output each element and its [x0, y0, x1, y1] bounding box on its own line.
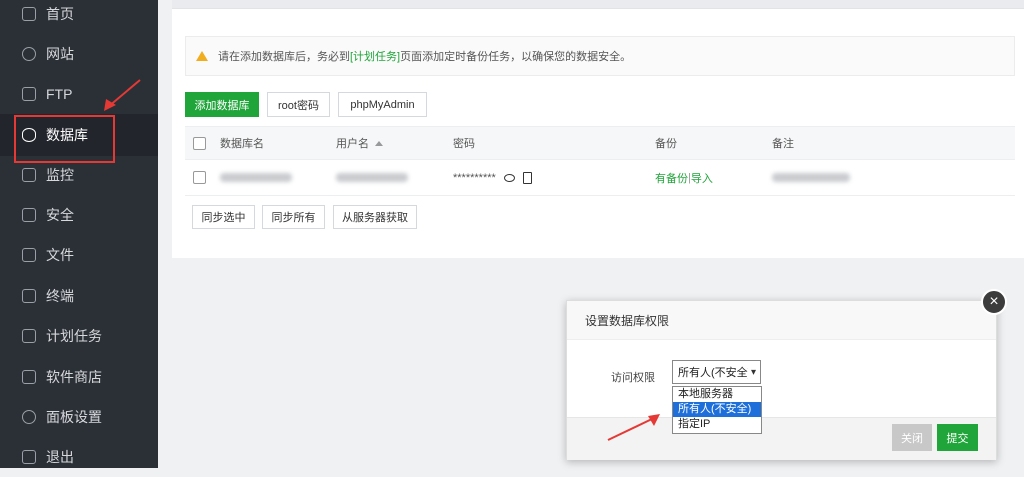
sidebar-item-label: 首页: [46, 6, 74, 22]
fetch-from-server-button[interactable]: 从服务器获取: [333, 205, 417, 229]
close-button[interactable]: 关闭: [892, 424, 932, 451]
sidebar-item-security[interactable]: 安全: [0, 195, 158, 235]
notice-banner: 请在添加数据库后，务必到 [计划任务] 页面添加定时备份任务，以确保您的数据安全。: [185, 36, 1015, 76]
notice-text-pre: 请在添加数据库后，务必到: [218, 51, 350, 63]
copy-icon[interactable]: [522, 171, 532, 184]
col-username[interactable]: 用户名: [336, 127, 383, 159]
sidebar-item-home[interactable]: 首页: [0, 0, 158, 34]
password-masked: **********: [453, 171, 496, 184]
sidebar-item-label: 数据库: [46, 127, 88, 143]
row-checkbox[interactable]: [193, 171, 206, 184]
sidebar: 首页 网站 FTP 数据库 监控 安全 文件 终端 计划任务 软件商店 面板设置…: [0, 0, 158, 468]
sidebar-item-logout[interactable]: 退出: [0, 437, 158, 477]
apps-icon: [22, 370, 36, 384]
sidebar-item-label: 计划任务: [46, 328, 102, 344]
calendar-icon: [22, 329, 36, 343]
option-local-server[interactable]: 本地服务器: [673, 387, 761, 402]
monitor-icon: [22, 168, 36, 182]
sidebar-item-label: 软件商店: [46, 369, 102, 385]
sort-up-icon: [375, 140, 383, 146]
select-all-checkbox[interactable]: [193, 136, 206, 150]
dialog-title: 设置数据库权限: [585, 313, 670, 328]
add-database-button[interactable]: 添加数据库: [185, 92, 259, 117]
sidebar-item-store[interactable]: 软件商店: [0, 357, 158, 397]
db-name-redacted: [220, 173, 292, 182]
sidebar-item-website[interactable]: 网站: [0, 34, 158, 74]
access-select[interactable]: 所有人(不安全) ▾: [672, 360, 761, 384]
username-redacted: [336, 173, 408, 182]
root-password-button[interactable]: root密码: [267, 92, 330, 117]
access-select-value: 所有人(不安全): [678, 367, 748, 379]
warning-icon: [196, 51, 208, 61]
sidebar-item-label: 网站: [46, 46, 74, 62]
db-permission-dialog: 设置数据库权限 访问权限 关闭 提交: [566, 300, 997, 460]
access-dropdown-list: 本地服务器 所有人(不安全) 指定IP: [672, 386, 762, 434]
col-password: 密码: [453, 138, 475, 150]
sidebar-item-label: 面板设置: [46, 409, 102, 425]
backup-link[interactable]: 有备份: [655, 170, 688, 186]
terminal-icon: [22, 289, 36, 303]
submit-button[interactable]: 提交: [937, 424, 978, 451]
notice-link-cron[interactable]: [计划任务]: [350, 48, 400, 64]
dialog-title-bar: 设置数据库权限: [567, 301, 996, 340]
gear-icon: [22, 410, 36, 424]
folder-icon: [22, 248, 36, 262]
dialog-footer: 关闭 提交: [567, 417, 996, 460]
sidebar-item-database[interactable]: 数据库: [0, 114, 158, 156]
table-header: 数据库名 用户名 密码 备份 备注: [185, 126, 1015, 160]
sidebar-item-monitor[interactable]: 监控: [0, 155, 158, 195]
sidebar-item-files[interactable]: 文件: [0, 235, 158, 275]
top-bar: [172, 0, 1024, 9]
remark-redacted: [772, 173, 850, 182]
sidebar-item-settings[interactable]: 面板设置: [0, 397, 158, 437]
sidebar-item-label: 终端: [46, 288, 74, 304]
shield-icon: [22, 208, 36, 222]
ftp-icon: [22, 87, 36, 101]
import-link[interactable]: 导入: [691, 170, 713, 186]
sidebar-item-label: 安全: [46, 207, 74, 223]
phpmyadmin-button[interactable]: phpMyAdmin: [338, 92, 427, 117]
logout-icon: [22, 450, 36, 464]
sidebar-item-cron[interactable]: 计划任务: [0, 316, 158, 356]
option-everyone[interactable]: 所有人(不安全): [673, 402, 761, 417]
option-specified-ip[interactable]: 指定IP: [673, 417, 761, 432]
sidebar-item-terminal[interactable]: 终端: [0, 276, 158, 316]
close-icon[interactable]: ×: [981, 289, 1007, 315]
table-row: ********** 有备份 | 导入: [185, 160, 1015, 196]
sync-selected-button[interactable]: 同步选中: [192, 205, 255, 229]
home-icon: [22, 7, 36, 21]
notice-text-post: 页面添加定时备份任务，以确保您的数据安全。: [400, 51, 632, 63]
globe-icon: [22, 47, 36, 61]
access-label: 访问权限: [611, 372, 655, 384]
col-backup: 备份: [655, 138, 677, 150]
col-db-name: 数据库名: [220, 138, 264, 150]
database-icon: [22, 128, 36, 142]
col-remark: 备注: [772, 138, 794, 150]
col-username-label: 用户名: [336, 138, 369, 150]
sidebar-item-label: 监控: [46, 167, 74, 183]
sidebar-item-label: 文件: [46, 247, 74, 263]
sync-all-button[interactable]: 同步所有: [262, 205, 325, 229]
sidebar-item-label: 退出: [46, 449, 74, 465]
sidebar-item-ftp[interactable]: FTP: [0, 74, 158, 114]
eye-icon[interactable]: [503, 173, 515, 182]
sidebar-item-label: FTP: [46, 86, 73, 102]
chevron-down-icon: ▾: [750, 367, 756, 378]
